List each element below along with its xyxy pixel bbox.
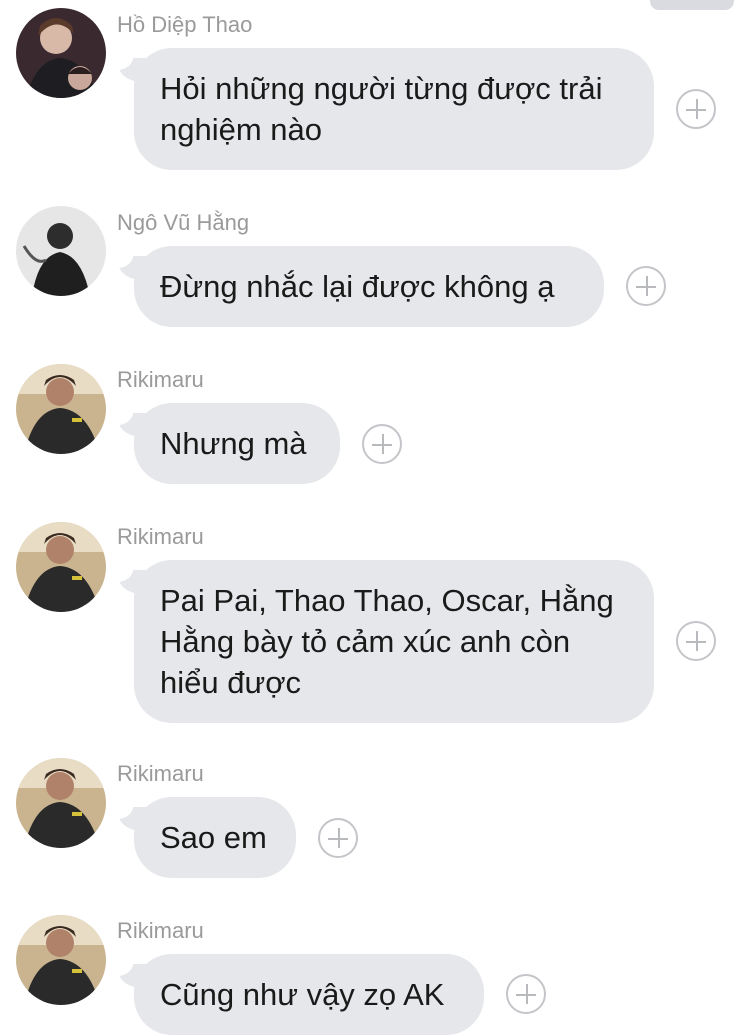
message-bubble[interactable]: Pai Pai, Thao Thao, Oscar, Hằng Hằng bày… <box>112 560 654 723</box>
plus-circle-icon[interactable] <box>676 621 716 661</box>
sender-name: Rikimaru <box>117 524 204 549</box>
message-bubble[interactable]: Hỏi những người từng được trải nghiệm nà… <box>112 48 654 170</box>
avatar[interactable] <box>16 206 106 296</box>
top-pill <box>650 0 734 10</box>
plus-circle-icon[interactable] <box>626 266 666 306</box>
sender-name: Rikimaru <box>117 367 204 392</box>
avatar[interactable] <box>16 364 106 454</box>
avatar[interactable] <box>16 758 106 848</box>
message-text: Đừng nhắc lại được không ạ <box>160 269 555 304</box>
message-text: Cũng như vậy zọ AK <box>160 977 445 1012</box>
plus-circle-icon[interactable] <box>318 818 358 858</box>
message-text: Hỏi những người từng được trải nghiệm nà… <box>160 71 603 147</box>
avatar[interactable] <box>16 915 106 1005</box>
message-bubble[interactable]: Nhưng mà <box>112 403 340 484</box>
message-bubble[interactable]: Sao em <box>112 797 296 878</box>
plus-circle-icon[interactable] <box>362 424 402 464</box>
avatar[interactable] <box>16 522 106 612</box>
message-text: Pai Pai, Thao Thao, Oscar, Hằng Hằng bày… <box>160 583 614 700</box>
message-bubble[interactable]: Đừng nhắc lại được không ạ <box>112 246 604 327</box>
sender-name: Ngô Vũ Hằng <box>117 210 250 235</box>
avatar[interactable] <box>16 8 106 98</box>
plus-circle-icon[interactable] <box>506 974 546 1014</box>
message-text: Sao em <box>160 820 267 855</box>
message-bubble[interactable]: Cũng như vậy zọ AK <box>112 954 484 1035</box>
sender-name: Hồ Diệp Thao <box>117 12 253 37</box>
sender-name: Rikimaru <box>117 918 204 943</box>
message-text: Nhưng mà <box>160 426 307 461</box>
sender-name: Rikimaru <box>117 761 204 786</box>
plus-circle-icon[interactable] <box>676 89 716 129</box>
